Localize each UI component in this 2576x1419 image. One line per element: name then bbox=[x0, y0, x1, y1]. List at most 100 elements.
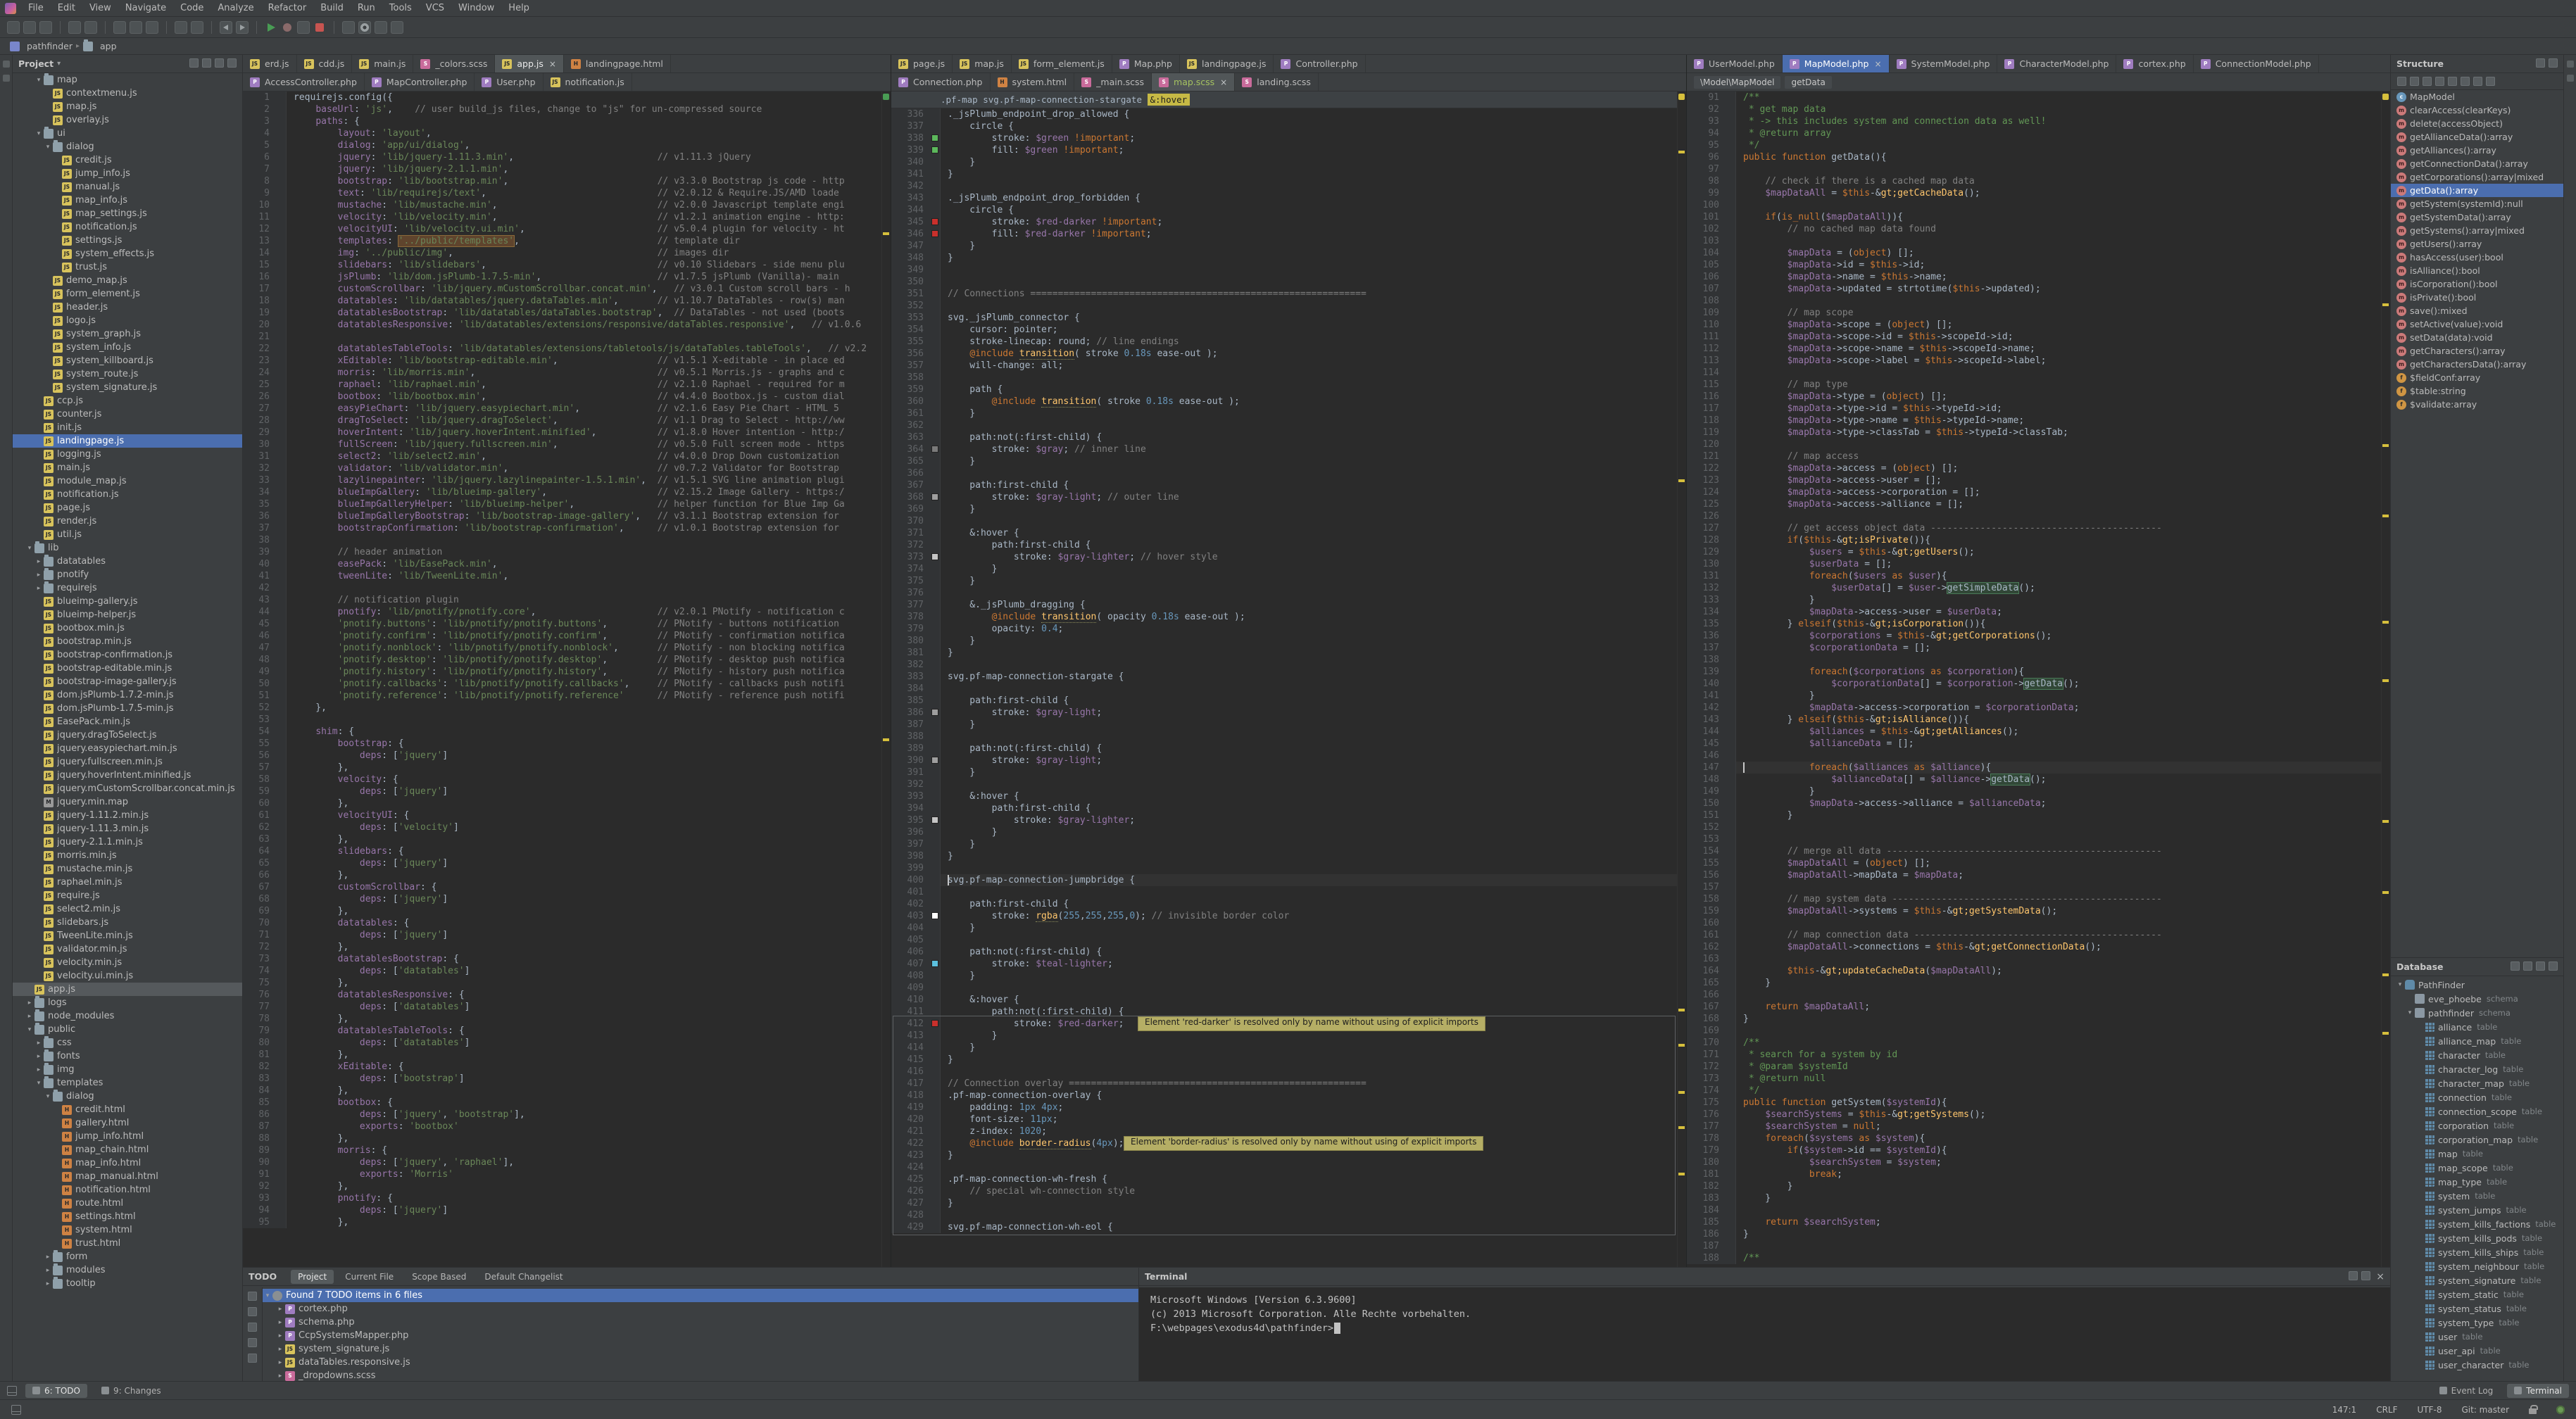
line-number[interactable]: 134 bbox=[1687, 606, 1725, 618]
structure-item[interactable]: f$validate:array bbox=[2391, 398, 2563, 411]
editor-tab[interactable]: Hlandingpage.html bbox=[564, 55, 671, 72]
project-tree-item[interactable]: JSmanual.js bbox=[13, 180, 242, 194]
code-line[interactable]: 169 bbox=[1687, 1025, 2390, 1037]
line-number[interactable]: 15 bbox=[243, 259, 275, 271]
database-tree-item[interactable]: eve_phoebeschema bbox=[2391, 992, 2563, 1006]
code-line[interactable]: 155 $mapDataAll = (object) []; bbox=[1687, 857, 2390, 869]
line-number[interactable]: 38 bbox=[243, 534, 275, 546]
code-line[interactable]: 15 slidebars: 'lib/slidebars', // v0.10 … bbox=[243, 259, 891, 271]
line-number[interactable]: 377 bbox=[891, 599, 929, 611]
line-number[interactable]: 382 bbox=[891, 659, 929, 671]
tree-toggle-icon[interactable]: ▸ bbox=[43, 1267, 53, 1274]
line-number[interactable]: 388 bbox=[891, 731, 929, 743]
code-line[interactable]: 83 deps: ['bootstrap'] bbox=[243, 1073, 891, 1085]
project-tree-item[interactable]: JSlogging.js bbox=[13, 448, 242, 461]
code-line[interactable]: 86 deps: ['jquery', 'bootstrap'], bbox=[243, 1109, 891, 1121]
line-number[interactable]: 36 bbox=[243, 510, 275, 522]
code-line[interactable]: 136 $corporations = $this-&gt;getCorpora… bbox=[1687, 630, 2390, 642]
project-tree-item[interactable]: ▾lib bbox=[13, 541, 242, 555]
code-line[interactable]: 24 morris: 'lib/morris.min', // v0.5.1 M… bbox=[243, 367, 891, 379]
code-line[interactable]: 365 } bbox=[891, 455, 1686, 467]
line-number[interactable]: 152 bbox=[1687, 821, 1725, 833]
project-tree-item[interactable]: JSbootstrap-image-gallery.js bbox=[13, 675, 242, 688]
stripe-mark-icon[interactable] bbox=[2382, 515, 2389, 517]
stripe-mark-icon[interactable] bbox=[2382, 820, 2389, 823]
line-number[interactable]: 187 bbox=[1687, 1240, 1725, 1252]
tree-toggle-icon[interactable]: ▸ bbox=[275, 1346, 285, 1353]
stripe-mark-icon[interactable] bbox=[883, 738, 889, 741]
code-line[interactable]: 43 // notification plugin bbox=[243, 594, 891, 606]
tab-close-icon[interactable]: × bbox=[549, 59, 556, 69]
code-line[interactable]: 31 select2: 'lib/select2.min', // v4.0.0… bbox=[243, 450, 891, 462]
project-tree-item[interactable]: ▸tooltip bbox=[13, 1277, 242, 1290]
open-icon[interactable] bbox=[7, 21, 20, 34]
code-line[interactable]: 178 foreach($systems as $system){ bbox=[1687, 1133, 2390, 1144]
code-line[interactable]: 367 path:first-child { bbox=[891, 479, 1686, 491]
code-line[interactable]: 183 } bbox=[1687, 1192, 2390, 1204]
line-number[interactable]: 348 bbox=[891, 252, 929, 264]
code-line[interactable]: 123 $mapData->access->user = []; bbox=[1687, 474, 2390, 486]
line-number[interactable]: 128 bbox=[1687, 534, 1725, 546]
stripe-mark-icon[interactable] bbox=[2382, 679, 2389, 682]
code-line[interactable]: 93 pnotify: { bbox=[243, 1192, 891, 1204]
line-number[interactable]: 19 bbox=[243, 307, 275, 319]
code-line[interactable]: 163 bbox=[1687, 953, 2390, 965]
structure-item[interactable]: misPrivate():bool bbox=[2391, 291, 2563, 304]
tree-toggle-icon[interactable]: ▸ bbox=[34, 572, 44, 579]
line-number[interactable]: 416 bbox=[891, 1066, 929, 1078]
autoscroll-icon[interactable] bbox=[248, 1338, 257, 1347]
code-line[interactable]: 398} bbox=[891, 850, 1686, 862]
line-number[interactable]: 368 bbox=[891, 491, 929, 503]
line-number[interactable]: 138 bbox=[1687, 654, 1725, 666]
line-number[interactable]: 86 bbox=[243, 1109, 275, 1121]
line-number[interactable]: 401 bbox=[891, 886, 929, 898]
line-number[interactable]: 408 bbox=[891, 970, 929, 982]
tool-window-button[interactable]: Terminal bbox=[2507, 1384, 2569, 1398]
code-line[interactable]: 405 bbox=[891, 934, 1686, 946]
code-line[interactable]: 413 } bbox=[891, 1030, 1686, 1042]
line-number[interactable]: 154 bbox=[1687, 845, 1725, 857]
collapse-all-icon[interactable] bbox=[202, 58, 211, 68]
tree-toggle-icon[interactable]: ▸ bbox=[34, 1066, 44, 1073]
undo-icon[interactable] bbox=[68, 21, 81, 34]
line-number[interactable]: 45 bbox=[243, 618, 275, 630]
line-number[interactable]: 106 bbox=[1687, 271, 1725, 283]
code-line[interactable]: 338 stroke: $green !important; bbox=[891, 132, 1686, 144]
code-line[interactable]: 95 */ bbox=[1687, 139, 2390, 151]
line-number[interactable]: 47 bbox=[243, 642, 275, 654]
project-tree-item[interactable]: JSTweenLite.min.js bbox=[13, 929, 242, 942]
code-line[interactable]: 19 datatablesBootstrap: 'lib/datatables/… bbox=[243, 307, 891, 319]
line-number[interactable]: 72 bbox=[243, 941, 275, 953]
line-number[interactable]: 162 bbox=[1687, 941, 1725, 953]
line-number[interactable]: 160 bbox=[1687, 917, 1725, 929]
code-line[interactable]: 57 }, bbox=[243, 762, 891, 774]
project-tree-item[interactable]: JSform_element.js bbox=[13, 287, 242, 301]
project-tree-item[interactable]: ▸datatables bbox=[13, 555, 242, 568]
tree-toggle-icon[interactable]: ▸ bbox=[34, 585, 44, 592]
todo-tab[interactable]: Project bbox=[291, 1270, 334, 1284]
project-tree-item[interactable]: JSjquery-2.1.1.min.js bbox=[13, 835, 242, 849]
code-line[interactable]: 112 $mapData->scope->name = $this->scope… bbox=[1687, 343, 2390, 355]
line-number[interactable]: 131 bbox=[1687, 570, 1725, 582]
line-number[interactable]: 127 bbox=[1687, 522, 1725, 534]
code-line[interactable]: 109 // map scope bbox=[1687, 307, 2390, 319]
tree-toggle-icon[interactable]: ▾ bbox=[34, 130, 44, 137]
line-number[interactable]: 358 bbox=[891, 372, 929, 384]
line-number[interactable]: 155 bbox=[1687, 857, 1725, 869]
line-number[interactable]: 150 bbox=[1687, 797, 1725, 809]
code-line[interactable]: 133 } bbox=[1687, 594, 2390, 606]
project-tree-item[interactable]: JSmorris.min.js bbox=[13, 849, 242, 862]
error-stripe[interactable] bbox=[2381, 92, 2390, 1267]
code-line[interactable]: 174 */ bbox=[1687, 1085, 2390, 1097]
structure-item[interactable]: mclearAccess(clearKeys) bbox=[2391, 103, 2563, 117]
code-line[interactable]: 391 } bbox=[891, 767, 1686, 778]
project-tree-item[interactable]: JSbootbox.min.js bbox=[13, 622, 242, 635]
line-number[interactable]: 337 bbox=[891, 120, 929, 132]
code-line[interactable]: 147 foreach($alliances as $alliance){ bbox=[1687, 762, 2390, 774]
database-tree-item[interactable]: systemtable bbox=[2391, 1189, 2563, 1203]
code-line[interactable]: 152 bbox=[1687, 821, 2390, 833]
save-icon[interactable] bbox=[23, 21, 36, 34]
menu-edit[interactable]: Edit bbox=[51, 1, 82, 15]
code-line[interactable]: 387 } bbox=[891, 719, 1686, 731]
line-number[interactable]: 353 bbox=[891, 312, 929, 324]
